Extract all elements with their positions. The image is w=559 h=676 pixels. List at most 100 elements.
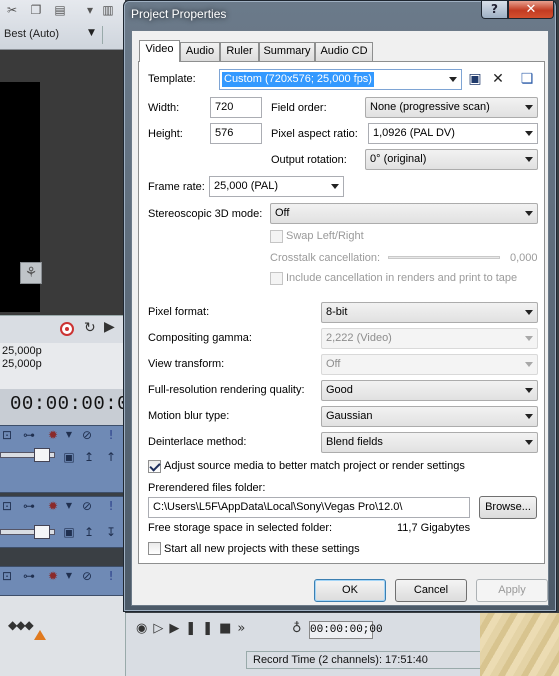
marker-icon[interactable]: ♁ <box>292 621 302 636</box>
tools-icon[interactable]: ✂ <box>4 3 20 17</box>
keyframe-nav-icon[interactable]: ◆◆◆ <box>8 618 34 632</box>
dropdown-icon[interactable]: ▾ <box>82 3 98 17</box>
composite-icon[interactable]: ▣ <box>62 450 76 464</box>
chevron-down-icon[interactable] <box>449 77 457 82</box>
swap-left-right-checkbox[interactable] <box>270 230 283 243</box>
playhead-marker-icon[interactable] <box>34 630 46 640</box>
chevron-down-icon[interactable]: ▼ <box>62 428 76 442</box>
chevron-down-icon[interactable] <box>525 310 533 315</box>
dialog-title: Project Properties <box>131 7 227 21</box>
width-field[interactable]: 720 <box>210 97 262 118</box>
chevron-down-icon[interactable]: ▼ <box>88 28 95 38</box>
pixel-format-select[interactable]: 8-bit <box>321 302 538 323</box>
chevron-down-icon[interactable] <box>525 157 533 162</box>
view-transform-select[interactable]: Off <box>321 354 538 375</box>
chevron-down-icon[interactable] <box>525 440 533 445</box>
transport-controls-icon[interactable]: ◉▷▶❚❚■» <box>136 621 251 636</box>
gear-icon[interactable]: ✹ <box>46 569 60 583</box>
mute-icon[interactable]: ⊘ <box>80 569 94 583</box>
crosstalk-slider[interactable] <box>388 256 500 259</box>
apply-button[interactable]: Apply <box>476 579 548 602</box>
split-icon[interactable]: ▥ <box>100 3 116 17</box>
slider-handle[interactable] <box>34 448 50 462</box>
record-icon[interactable] <box>60 322 74 336</box>
chevron-down-icon[interactable] <box>525 388 533 393</box>
tab-summary[interactable]: Summary <box>259 42 315 61</box>
motion-blur-value: Gaussian <box>326 410 373 422</box>
track-motion-icon[interactable]: ⊶ <box>22 569 36 583</box>
track-header-third[interactable]: ⊡ ⊶ ✹ ▼ ⊘ ! <box>0 566 125 596</box>
full-res-quality-select[interactable]: Good <box>321 380 538 401</box>
prerendered-folder-field[interactable]: C:\Users\L5F\AppData\Local\Sony\Vegas Pr… <box>148 497 470 518</box>
mute-icon[interactable]: ⊘ <box>80 428 94 442</box>
solo-icon[interactable]: ! <box>104 499 118 513</box>
preview-controls: ↻ ▶ <box>0 315 125 343</box>
track-motion-icon[interactable]: ⊶ <box>22 499 36 513</box>
delete-icon[interactable]: ✕ <box>489 70 507 88</box>
start-all-new-checkbox[interactable] <box>148 542 161 555</box>
pixel-aspect-select[interactable]: 1,0926 (PAL DV) <box>368 123 538 144</box>
arrow-up-icon[interactable]: ↥ <box>82 525 96 539</box>
solo-icon[interactable]: ! <box>104 569 118 583</box>
track-header-video[interactable]: ⊡ ⊶ ✹ ▼ ⊘ ! ▣ ↥ ↑ <box>0 425 125 493</box>
transport-bar: ◉▷▶❚❚■» ♁ 00:00:00;00 Record Time (2 cha… <box>125 613 481 676</box>
save-icon[interactable]: ▣ <box>466 70 484 88</box>
slider-handle[interactable] <box>34 525 50 539</box>
gear-icon[interactable]: ✹ <box>46 428 60 442</box>
arrow-up-icon[interactable]: ↑ <box>104 450 118 464</box>
pixel-format-label: Pixel format: <box>148 306 210 318</box>
mute-icon[interactable]: ⊘ <box>80 499 94 513</box>
help-button[interactable]: ? <box>481 1 508 19</box>
chevron-down-icon[interactable]: ▼ <box>62 569 76 583</box>
stereoscopic-select[interactable]: Off <box>270 203 538 224</box>
cancel-button[interactable]: Cancel <box>395 579 467 602</box>
media-thumbnail-icon[interactable]: ⚘ <box>20 262 42 284</box>
chevron-down-icon[interactable] <box>525 131 533 136</box>
loop-icon[interactable]: ↻ <box>84 320 96 336</box>
composite-icon[interactable]: ▣ <box>62 525 76 539</box>
track-header-audio[interactable]: ⊡ ⊶ ✹ ▼ ⊘ ! ▣ ↥ ↧ <box>0 496 125 548</box>
include-cancellation-checkbox[interactable] <box>270 272 283 285</box>
deinterlace-select[interactable]: Blend fields <box>321 432 538 453</box>
chevron-down-icon[interactable] <box>525 211 533 216</box>
paste-icon[interactable]: ▤ <box>52 3 68 17</box>
browse-button[interactable]: Browse... <box>479 496 537 519</box>
track-fx-icon[interactable]: ⊡ <box>0 569 14 583</box>
height-field[interactable]: 576 <box>210 123 262 144</box>
chevron-down-icon[interactable] <box>525 105 533 110</box>
free-storage-value: 11,7 Gigabytes <box>397 522 471 534</box>
track-motion-icon[interactable]: ⊶ <box>22 428 36 442</box>
adjust-source-checkbox[interactable] <box>148 460 161 473</box>
motion-blur-select[interactable]: Gaussian <box>321 406 538 427</box>
play-icon[interactable]: ▶ <box>104 319 115 335</box>
track-fx-icon[interactable]: ⊡ <box>0 499 14 513</box>
template-select[interactable]: Custom (720x576; 25,000 fps) <box>219 69 462 90</box>
compositing-gamma-select[interactable]: 2,222 (Video) <box>321 328 538 349</box>
ok-button[interactable]: OK <box>314 579 386 602</box>
match-media-icon[interactable]: ❏ <box>518 70 536 88</box>
preview-quality-selector[interactable]: Best (Auto) <box>4 28 59 40</box>
track-fx-icon[interactable]: ⊡ <box>0 428 14 442</box>
arrow-down-icon[interactable]: ↧ <box>104 525 118 539</box>
close-button[interactable]: ✕ <box>508 1 554 19</box>
output-rotation-select[interactable]: 0° (original) <box>365 149 538 170</box>
chevron-down-icon[interactable] <box>525 336 533 341</box>
chevron-down-icon[interactable] <box>525 414 533 419</box>
tab-ruler[interactable]: Ruler <box>220 42 259 61</box>
crosstalk-label: Crosstalk cancellation: <box>270 252 381 264</box>
deinterlace-label: Deinterlace method: <box>148 436 247 448</box>
tab-audio[interactable]: Audio <box>180 42 220 61</box>
chevron-down-icon[interactable]: ▼ <box>62 499 76 513</box>
tab-audio-cd[interactable]: Audio CD <box>315 42 373 61</box>
arrow-up-icon[interactable]: ↥ <box>82 450 96 464</box>
tab-video[interactable]: Video <box>139 40 180 62</box>
compositing-gamma-label: Compositing gamma: <box>148 332 252 344</box>
copy-icon[interactable]: ❐ <box>28 3 44 17</box>
template-value: Custom (720x576; 25,000 fps) <box>222 72 374 87</box>
chevron-down-icon[interactable] <box>525 362 533 367</box>
gear-icon[interactable]: ✹ <box>46 499 60 513</box>
field-order-select[interactable]: None (progressive scan) <box>365 97 538 118</box>
frame-rate-select[interactable]: 25,000 (PAL) <box>209 176 344 197</box>
chevron-down-icon[interactable] <box>331 184 339 189</box>
solo-icon[interactable]: ! <box>104 428 118 442</box>
